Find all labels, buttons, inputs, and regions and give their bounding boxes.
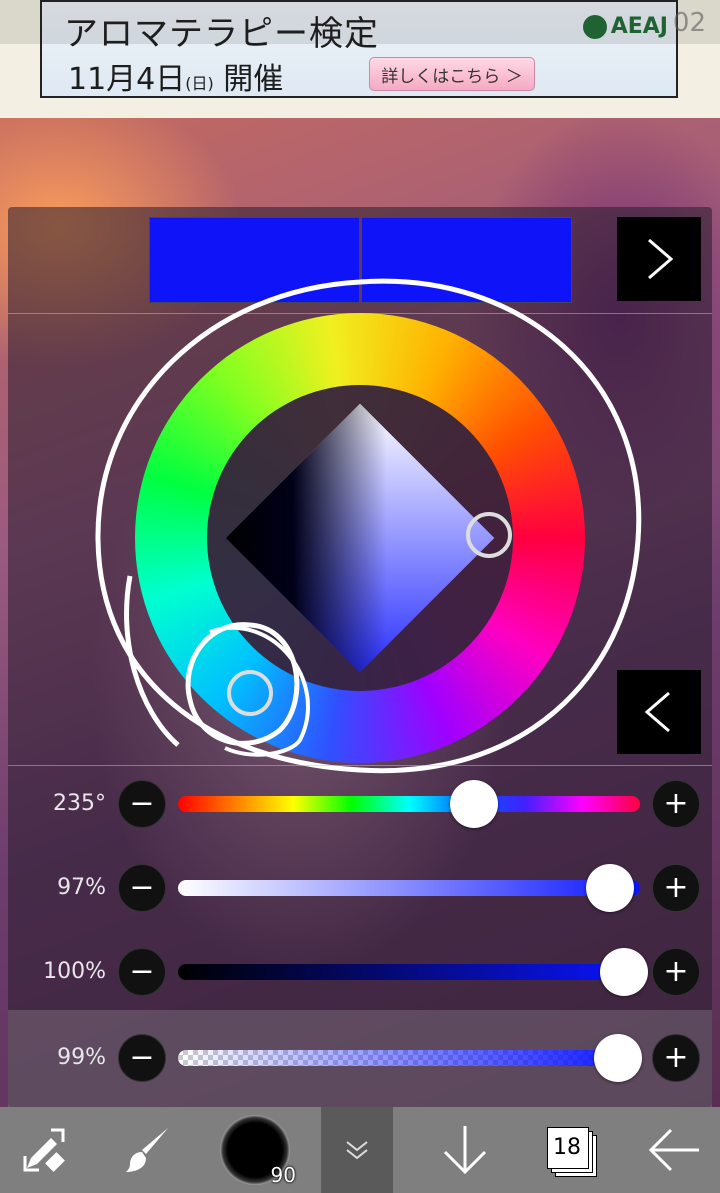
ad-date: 11月4日(日) 開催 xyxy=(68,54,283,98)
hue-value-label: 235° xyxy=(53,791,106,816)
hue-slider-track[interactable] xyxy=(178,796,640,812)
toggle-panel-button[interactable] xyxy=(321,1107,393,1193)
secondary-color-swatch[interactable] xyxy=(361,217,572,303)
download-button[interactable] xyxy=(420,1107,510,1193)
hue-slider-thumb[interactable] xyxy=(450,780,498,828)
arrow-down-icon xyxy=(443,1126,487,1175)
opacity-plus-button[interactable]: + xyxy=(652,1034,700,1082)
brightness-slider-track[interactable] xyxy=(178,964,640,980)
primary-color-swatch[interactable] xyxy=(149,217,360,303)
brightness-value-label: 100% xyxy=(43,959,106,984)
panel-divider-2 xyxy=(8,765,712,766)
brush-size-button[interactable]: 90 xyxy=(210,1107,300,1193)
saturation-value-label: 97% xyxy=(57,875,106,900)
brightness-slider-thumb[interactable] xyxy=(600,948,648,996)
swap-tool-icon xyxy=(23,1128,65,1172)
bottom-toolbar: 90 18 xyxy=(0,1107,720,1193)
back-button[interactable] xyxy=(630,1107,720,1193)
ad-date-day: (日) xyxy=(185,74,214,93)
brush-icon xyxy=(125,1128,168,1172)
ad-date-suffix: 開催 xyxy=(213,62,284,97)
opacity-minus-button[interactable]: − xyxy=(118,1034,166,1082)
saturation-minus-button[interactable]: − xyxy=(118,864,166,912)
chevron-down-icon xyxy=(346,1141,368,1160)
saturation-slider-thumb[interactable] xyxy=(586,864,634,912)
ad-date-prefix: 11月4日 xyxy=(68,62,186,97)
sv-picker-handle[interactable] xyxy=(466,512,512,558)
status-bar: 02 xyxy=(0,0,720,44)
status-time: 02 xyxy=(672,8,706,38)
layer-count: 18 xyxy=(553,1134,581,1160)
swap-tool-button[interactable] xyxy=(0,1107,90,1193)
ad-area: アロマテラピー検定 11月4日(日) 開催 詳しくはこちら ＞ AEAJ 02 xyxy=(0,0,720,118)
chevron-right-icon xyxy=(648,238,674,280)
opacity-value-label: 99% xyxy=(57,1045,106,1070)
brush-size-value: 90 xyxy=(270,1163,296,1187)
saturation-plus-button[interactable]: + xyxy=(652,864,700,912)
hue-wheel-handle[interactable] xyxy=(227,670,273,716)
opacity-slider-track[interactable] xyxy=(178,1050,640,1066)
next-palette-button[interactable] xyxy=(617,217,701,301)
opacity-slider-thumb[interactable] xyxy=(594,1034,642,1082)
layers-button[interactable]: 18 xyxy=(525,1107,615,1193)
ad-details-button[interactable]: 詳しくはこちら ＞ xyxy=(369,57,535,91)
arrow-left-icon xyxy=(648,1128,699,1172)
saturation-slider-track[interactable] xyxy=(178,880,640,896)
brightness-minus-button[interactable]: − xyxy=(118,948,166,996)
chevron-left-icon xyxy=(644,691,670,733)
hue-minus-button[interactable]: − xyxy=(118,780,166,828)
hue-plus-button[interactable]: + xyxy=(652,780,700,828)
brightness-plus-button[interactable]: + xyxy=(652,948,700,996)
brush-tool-button[interactable] xyxy=(100,1107,195,1193)
brush-preview: 90 xyxy=(220,1115,296,1187)
prev-palette-button[interactable] xyxy=(617,670,701,754)
layers-icon: 18 xyxy=(547,1127,597,1177)
